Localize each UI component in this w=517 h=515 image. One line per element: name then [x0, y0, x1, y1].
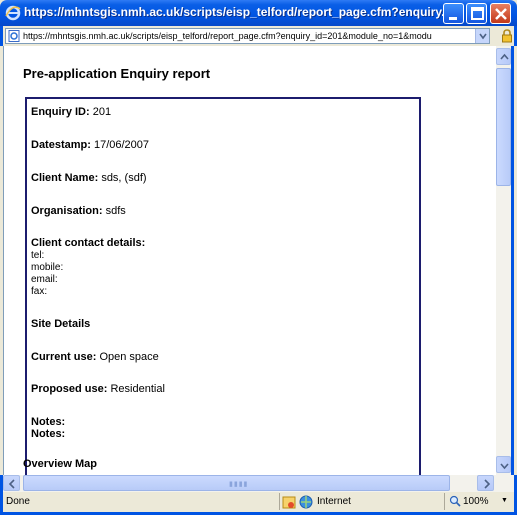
zoom-dropdown-icon[interactable]: ▼ [501, 497, 508, 504]
current-use-label: Current use: [31, 351, 97, 363]
site-details-label: Site Details [31, 318, 91, 330]
page-icon [8, 30, 20, 42]
enquiry-id-value: 201 [92, 106, 112, 118]
overview-map-heading: Overview Map [23, 458, 97, 470]
horizontal-scrollbar[interactable]: ▮▮▮▮ [0, 475, 517, 492]
client-name-value: sds, (sdf) [101, 172, 147, 184]
contact-fax: fax: [31, 286, 48, 297]
scroll-grip-icon: ▮▮▮▮ [229, 481, 249, 488]
organisation-value: sdfs [105, 205, 126, 217]
client-contact-heading: Client contact details: [31, 237, 145, 249]
scroll-right-button[interactable] [477, 475, 494, 491]
notes-row-2: Notes: [31, 428, 65, 440]
url-field[interactable]: https://mhntsgis.nmh.ac.uk/scripts/eisp_… [5, 28, 490, 44]
arrow-down-icon [500, 463, 509, 470]
page-title: Pre-application Enquiry report [23, 66, 211, 81]
security-zone-label: Internet [317, 496, 351, 507]
url-dropdown-button[interactable] [475, 29, 489, 43]
horizontal-scroll-thumb[interactable]: ▮▮▮▮ [23, 475, 450, 491]
minimize-button[interactable] [443, 3, 464, 24]
current-use-value: Open space [99, 351, 159, 363]
lock-icon[interactable] [500, 29, 514, 43]
status-divider [444, 493, 445, 510]
enquiry-report-box: Enquiry ID: 201 Datestamp: 17/06/2007 Cl… [25, 97, 421, 475]
arrow-left-icon [8, 479, 15, 489]
datestamp-label: Datestamp: [31, 139, 91, 151]
status-divider [279, 493, 280, 510]
datestamp-row: Datestamp: 17/06/2007 [31, 139, 149, 151]
zoom-level[interactable]: 100% [463, 496, 489, 507]
page-content: Pre-application Enquiry report Enquiry I… [3, 46, 496, 475]
organisation-row: Organisation: sdfs [31, 205, 126, 217]
url-text[interactable]: https://mhntsgis.nmh.ac.uk/scripts/eisp_… [23, 30, 469, 42]
proposed-use-row: Proposed use: Residential [31, 383, 165, 395]
close-button[interactable] [490, 3, 511, 24]
contact-email: email: [31, 274, 58, 285]
arrow-right-icon [484, 479, 491, 489]
maximize-icon [471, 7, 484, 20]
site-details-heading: Site Details [31, 318, 90, 330]
enquiry-id-row: Enquiry ID: 201 [31, 106, 111, 118]
internet-explorer-icon [5, 5, 21, 21]
status-bar: Done Internet 100% ▼ [0, 492, 517, 515]
datestamp-value: 17/06/2007 [93, 139, 150, 151]
vertical-scroll-thumb[interactable] [496, 68, 511, 186]
notes-label-1: Notes: [31, 416, 66, 428]
contact-tel: tel: [31, 250, 45, 261]
maximize-button[interactable] [466, 3, 487, 24]
client-name-row: Client Name: sds, (sdf) [31, 172, 147, 184]
title-bar[interactable]: https://mhntsgis.nmh.ac.uk/scripts/eisp_… [0, 0, 517, 26]
close-icon [495, 8, 507, 20]
proposed-use-value: Residential [110, 383, 165, 395]
window-title: https://mhntsgis.nmh.ac.uk/scripts/eisp_… [24, 5, 444, 19]
address-bar: https://mhntsgis.nmh.ac.uk/scripts/eisp_… [0, 26, 517, 46]
security-zone-icons[interactable] [282, 494, 314, 510]
arrow-up-icon [500, 53, 509, 60]
vertical-scrollbar[interactable] [496, 46, 514, 475]
scroll-down-button[interactable] [496, 456, 511, 473]
proposed-use-label: Proposed use: [31, 383, 108, 395]
contact-mobile: mobile: [31, 262, 64, 273]
notes-label-2: Notes: [31, 428, 66, 440]
chevron-down-icon [479, 33, 487, 40]
minimize-icon [449, 17, 457, 20]
zoom-icon[interactable] [449, 495, 461, 507]
status-text: Done [6, 496, 30, 507]
current-use-row: Current use: Open space [31, 351, 159, 363]
organisation-label: Organisation: [31, 205, 103, 217]
scroll-up-button[interactable] [496, 48, 511, 65]
notes-row-1: Notes: [31, 416, 65, 428]
client-contact-label: Client contact details: [31, 237, 146, 249]
client-name-label: Client Name: [31, 172, 99, 184]
enquiry-id-label: Enquiry ID: [31, 106, 90, 118]
scroll-left-button[interactable] [3, 475, 20, 491]
